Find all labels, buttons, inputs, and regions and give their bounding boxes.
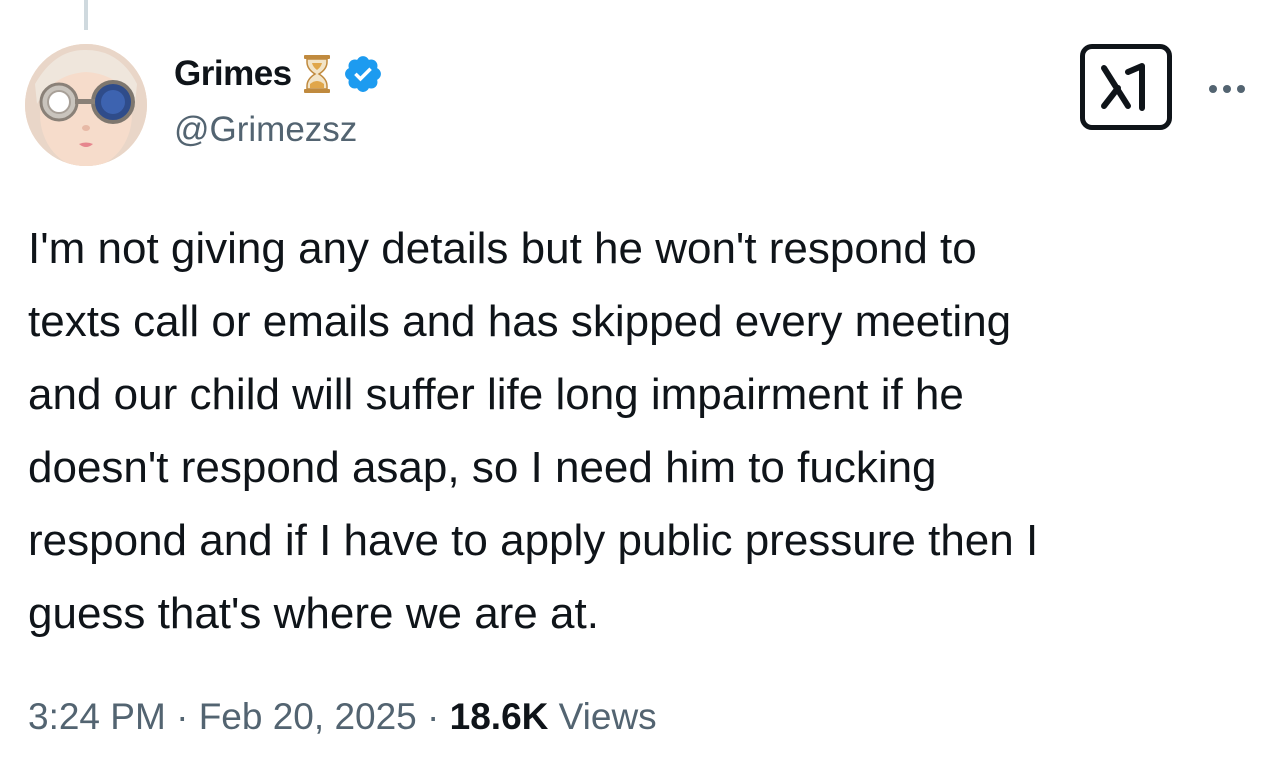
more-options-button[interactable] [1202,72,1252,106]
tweet-text: I'm not giving any details but he won't … [28,224,1039,638]
more-options-icon-dot [1223,85,1231,93]
tweet-time[interactable]: 3:24 PM [28,696,166,738]
more-options-icon-dot [1237,85,1245,93]
more-options-icon [1209,85,1217,93]
meta-separator: · [165,696,199,737]
author-display-name[interactable]: Grimes [174,54,292,94]
author-name-row: Grimes [174,50,384,98]
tweet-date[interactable]: Feb 20, 2025 [199,696,417,738]
hourglass-icon [302,54,332,94]
author-avatar[interactable] [25,44,147,166]
thread-connector-line [84,0,88,30]
views-count[interactable]: 18.6K [450,696,549,738]
verified-badge-icon [342,53,384,95]
grok-icon [1101,63,1145,111]
author-handle[interactable]: @Grimezsz [174,110,357,150]
meta-separator: · [416,696,450,737]
avatar-image [25,44,147,166]
tweet-meta: 3:24 PM · Feb 20, 2025 · 18.6K Views [28,696,657,738]
views-label: Views [548,696,657,737]
grok-button[interactable] [1080,44,1172,130]
